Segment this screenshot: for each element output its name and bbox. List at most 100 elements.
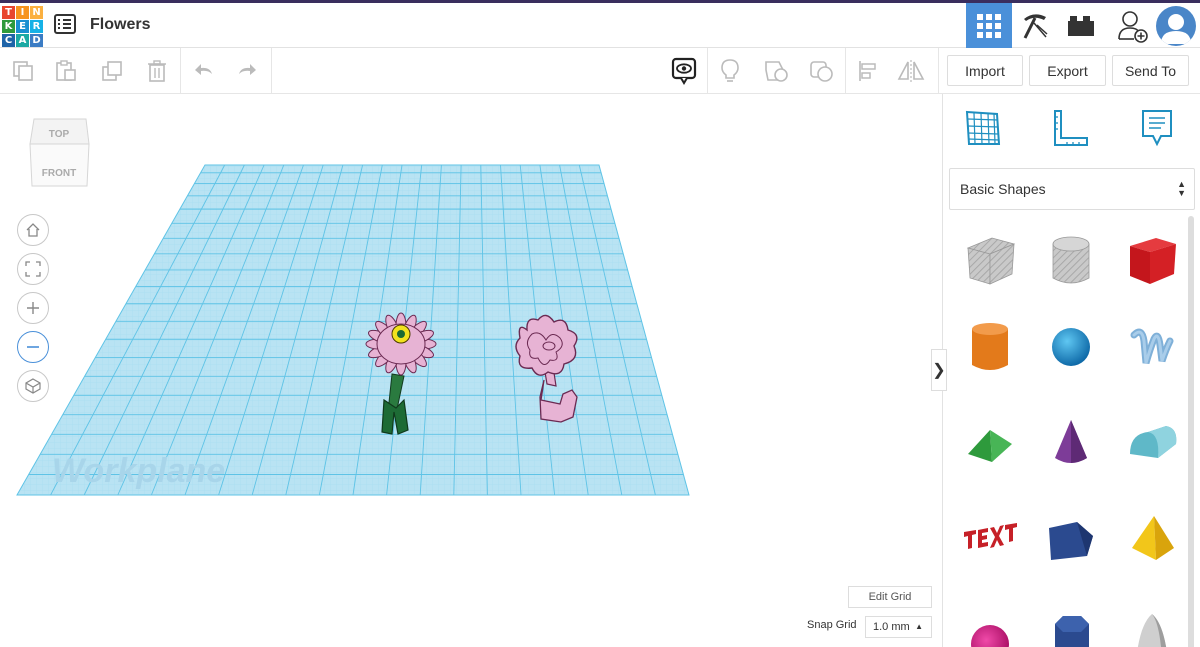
3d-viewport[interactable]: Workplane TOP FRONT Edit Grid Snap Grid … [0,94,942,647]
perspective-icon [25,378,41,394]
fit-view-button[interactable] [17,253,49,285]
hole-button[interactable] [806,56,836,86]
notes-icon [671,57,697,85]
view-cube[interactable]: TOP FRONT [28,116,90,190]
align-button[interactable] [853,56,883,86]
shape-round-roof[interactable] [1120,410,1184,474]
workplane-label: Workplane [52,452,225,490]
tinkercad-logo[interactable]: T I N K E R C A D [2,6,44,48]
notes-toggle-button[interactable] [669,56,699,86]
panel-scrollbar[interactable] [1188,216,1194,647]
polygon-prism-icon [1049,522,1093,560]
edit-grid-button[interactable]: Edit Grid [848,586,932,608]
scribble-icon [1130,328,1174,364]
select-arrows-icon: ▲ ▼ [1177,179,1186,198]
shape-roof[interactable] [958,410,1022,474]
shape-polygon-prism[interactable] [1039,506,1103,570]
shape-paraboloid[interactable] [1120,600,1184,647]
viewcube-top-label: TOP [49,129,70,140]
logo-letter: T [2,6,15,19]
round-roof-icon [1130,426,1177,458]
zoom-out-button[interactable] [17,331,49,363]
shape-cylinder[interactable] [958,315,1022,379]
home-view-button[interactable] [17,214,49,246]
text-shape-icon [964,523,1017,549]
shape-cylinder-hole[interactable] [1039,228,1103,292]
shape-scribble[interactable] [1120,315,1184,379]
cylinder-hole-icon [1052,236,1090,284]
3d-view-icon [977,13,1001,38]
undo-icon [195,64,212,75]
cone-icon [1055,420,1087,463]
logo-letter: R [30,20,43,33]
bricks-icon [1068,15,1094,36]
logo-letter: D [30,34,43,47]
shape-sphere[interactable] [1039,315,1103,379]
zoom-in-icon [27,302,39,314]
box-hole-icon [966,237,1016,285]
shape-category-select[interactable]: Basic Shapes ▲ ▼ [949,168,1195,210]
box-icon [1130,238,1176,284]
design-title[interactable]: Flowers [90,16,150,34]
hexagonal-prism-icon [1055,616,1089,647]
notes-icon [1142,110,1172,147]
redo-icon [239,64,256,75]
notes-tool-button[interactable] [1137,108,1177,148]
copy-icon [13,61,33,81]
light-icon [721,59,739,82]
build-icon [1023,13,1048,39]
build-button[interactable] [1012,3,1058,48]
caret-up-icon: ▲ [915,622,923,631]
roof-icon [968,430,1012,462]
logo-letter: K [2,20,15,33]
shape-pyramid[interactable] [1120,506,1184,570]
user-avatar-icon [1161,14,1191,44]
viewcube-front-label: FRONT [42,168,76,179]
add-user-icon [1118,10,1148,43]
top-bar: T I N K E R C A D Flowers [0,0,1200,48]
shapes-panel: Basic Shapes ▲ ▼ [942,94,1200,647]
paste-button[interactable] [51,56,81,86]
mirror-icon [897,60,925,82]
send-to-button[interactable]: Send To [1112,55,1189,86]
delete-button[interactable] [142,56,172,86]
zoom-out-icon [27,346,39,348]
light-button[interactable] [715,56,745,86]
logo-letter: A [16,34,29,47]
avatar[interactable] [1156,6,1196,46]
shape-cone[interactable] [1039,410,1103,474]
import-button[interactable]: Import [947,55,1023,86]
delete-icon [148,60,166,82]
snap-grid-select[interactable]: 1.0 mm ▲ [865,616,932,638]
pyramid-icon [1132,516,1174,560]
bricks-button[interactable] [1058,3,1104,48]
shape-hexagonal-prism[interactable] [1039,600,1103,647]
shape-box[interactable] [1120,228,1184,292]
home-icon [26,223,40,237]
ruler-tool-button[interactable] [1049,108,1089,148]
design-list-icon[interactable] [54,14,76,34]
hole-shape-icon [810,61,833,82]
edit-toolbar: Import Export Send To [0,48,1200,94]
ruler-icon [1054,110,1088,146]
undo-button[interactable] [189,56,219,86]
workplane[interactable]: Workplane [0,94,942,647]
export-button[interactable]: Export [1029,55,1106,86]
duplicate-icon [102,61,122,81]
zoom-in-button[interactable] [17,292,49,324]
group-button[interactable] [761,56,791,86]
shape-text[interactable] [958,506,1022,570]
paraboloid-icon [1137,614,1167,647]
copy-button[interactable] [8,56,38,86]
duplicate-button[interactable] [97,56,127,86]
3d-view-button[interactable] [966,3,1012,48]
add-user-button[interactable] [1110,3,1156,48]
shape-half-sphere[interactable] [958,600,1022,647]
mirror-button[interactable] [896,56,926,86]
workplane-tool-button[interactable] [963,108,1003,148]
paste-icon [56,60,76,81]
perspective-toggle-button[interactable] [17,370,49,402]
collapse-panel-button[interactable]: ❯ [931,349,947,391]
redo-button[interactable] [232,56,262,86]
shape-box-hole[interactable] [958,228,1022,292]
